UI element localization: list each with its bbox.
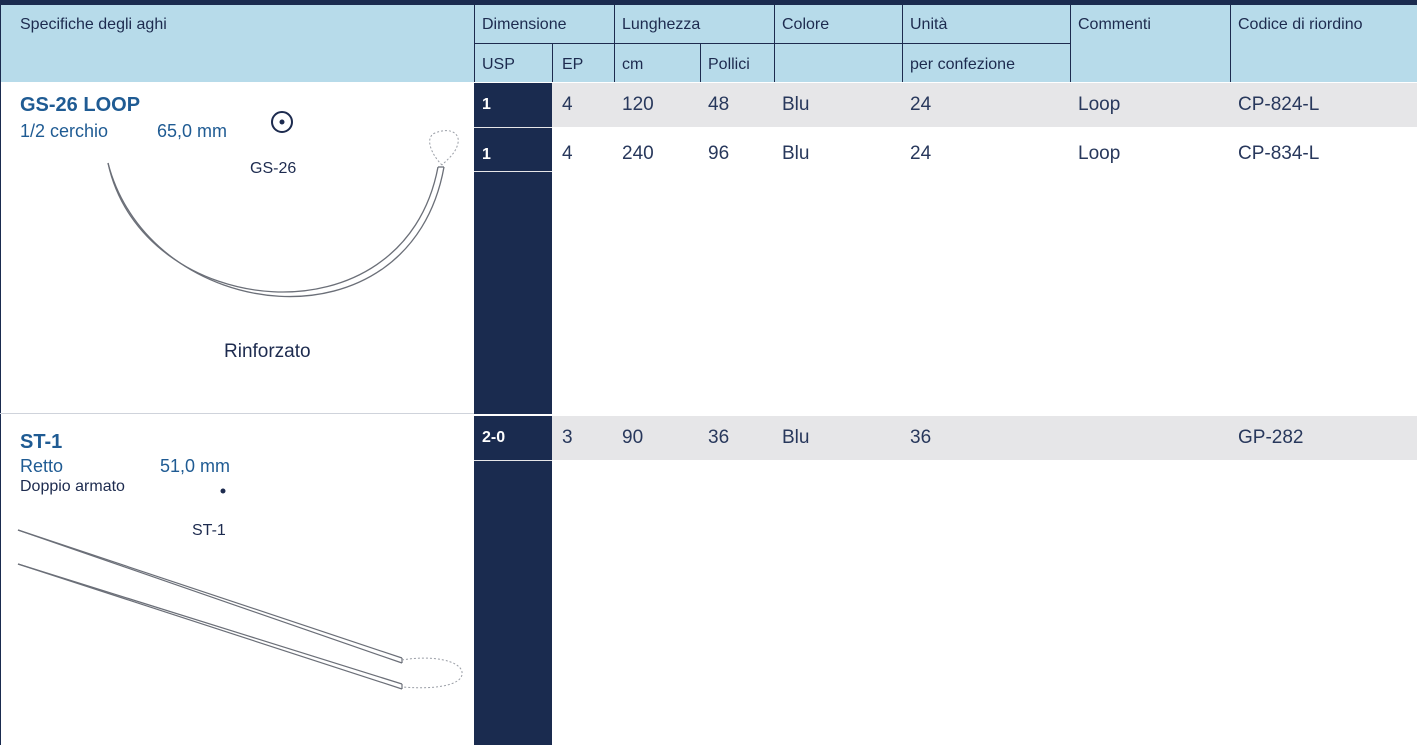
- header-specs: Specifiche degli aghi: [20, 16, 167, 33]
- usp-separator: [474, 171, 552, 172]
- needle-caption: Rinforzato: [224, 341, 311, 362]
- row-inches: 36: [708, 427, 730, 448]
- row-cm: 120: [622, 94, 654, 115]
- needle-title: ST-1: [20, 431, 63, 453]
- header-length: Lunghezza: [622, 16, 701, 33]
- row-cm: 90: [622, 427, 644, 448]
- row-usp: 1: [482, 146, 491, 163]
- row-inches: 48: [708, 94, 730, 115]
- row-ep: 4: [562, 143, 573, 164]
- header-ep: EP: [562, 56, 584, 73]
- needle-size: 51,0 mm: [160, 456, 231, 476]
- needle-shape: Retto: [20, 456, 64, 476]
- row-units: 24: [910, 94, 932, 115]
- header-size: Dimensione: [482, 16, 567, 33]
- row-inches: 96: [708, 143, 730, 164]
- header-divider: [1070, 5, 1071, 82]
- row-ep: 4: [562, 94, 573, 115]
- usp-separator: [474, 127, 552, 128]
- row-ep: 3: [562, 427, 573, 448]
- header-usp: USP: [482, 56, 515, 73]
- usp-column: [474, 83, 552, 414]
- needle-extra: Doppio armato: [20, 478, 125, 495]
- header-units-sub: per confezione: [910, 56, 1015, 73]
- header-divider: [474, 43, 1070, 44]
- row-color: Blu: [782, 94, 810, 115]
- row-color: Blu: [782, 427, 810, 448]
- row-usp: 2-0: [482, 429, 506, 446]
- header-divider: [552, 43, 553, 82]
- dot-icon: [220, 488, 226, 494]
- row-code: CP-824-L: [1238, 94, 1320, 115]
- curved-needle-icon: [107, 130, 459, 298]
- usp-separator: [474, 460, 552, 461]
- row-comment: Loop: [1078, 94, 1121, 115]
- left-border: [0, 5, 1, 745]
- usp-column: [474, 416, 552, 745]
- header-divider: [700, 43, 701, 82]
- header-divider: [1230, 5, 1231, 82]
- row-color: Blu: [782, 143, 810, 164]
- row-code: GP-282: [1238, 427, 1304, 448]
- row-comment: Loop: [1078, 143, 1121, 164]
- header-units: Unità: [910, 16, 948, 33]
- header-comments: Commenti: [1078, 16, 1151, 33]
- needle-title: GS-26 LOOP: [20, 94, 141, 116]
- header-reorder: Codice di riordino: [1238, 16, 1363, 33]
- row-units: 36: [910, 427, 932, 448]
- needle-divider: [0, 413, 474, 414]
- row-units: 24: [910, 143, 932, 164]
- header-cm: cm: [622, 56, 644, 73]
- header-inches: Pollici: [708, 56, 750, 73]
- header-color: Colore: [782, 16, 830, 33]
- row-code: CP-834-L: [1238, 143, 1320, 164]
- row-usp: 1: [482, 96, 491, 113]
- straight-needle-icon: [17, 529, 463, 690]
- row-cm: 240: [622, 143, 654, 164]
